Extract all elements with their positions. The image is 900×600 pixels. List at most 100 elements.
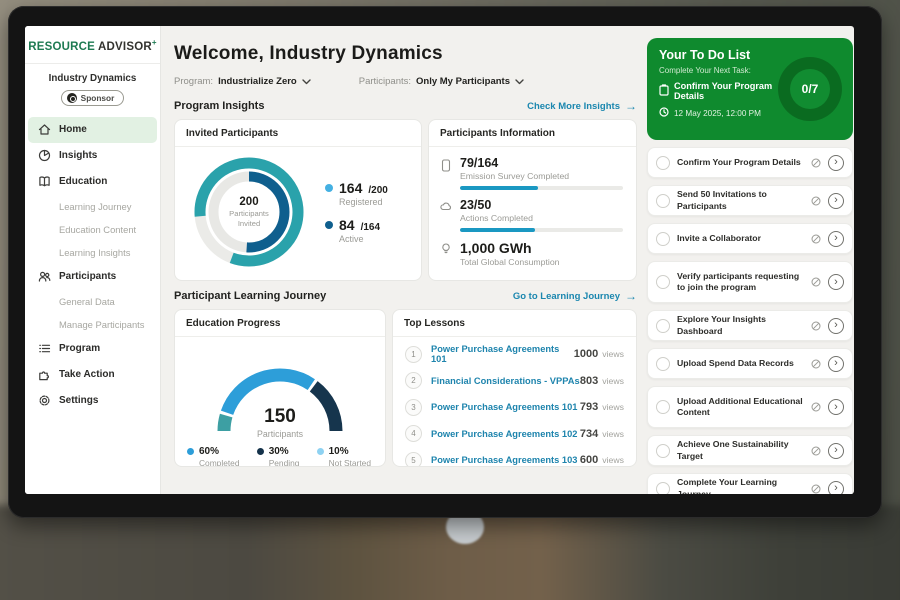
puzzle-icon: [37, 368, 51, 382]
pie-chart-icon: [37, 149, 51, 163]
sidebar-item-manage-participants[interactable]: Manage Participants: [25, 313, 160, 336]
radio-circle-icon[interactable]: [656, 232, 670, 246]
donut-center-label: Participants Invited: [221, 209, 277, 229]
radio-circle-icon[interactable]: [656, 156, 670, 170]
task-label: Complete Your Learning Journey: [677, 477, 804, 494]
chevron-right-circle-icon[interactable]: ›: [828, 193, 844, 209]
chevron-right-circle-icon[interactable]: ›: [828, 356, 844, 372]
skip-icon[interactable]: [811, 158, 821, 168]
task-complete-learning-journey[interactable]: Complete Your Learning Journey ›: [647, 473, 853, 494]
sidebar-item-learning-insights[interactable]: Learning Insights: [25, 241, 160, 264]
skip-icon[interactable]: [811, 277, 821, 287]
lesson-link[interactable]: Power Purchase Agreements 101: [431, 402, 580, 412]
lesson-link[interactable]: Power Purchase Agreements 103: [431, 455, 580, 465]
radio-circle-icon[interactable]: [656, 444, 670, 458]
radio-circle-icon[interactable]: [656, 194, 670, 208]
radio-circle-icon[interactable]: [656, 275, 670, 289]
chevron-down-icon: [302, 79, 311, 85]
lesson-rank: 2: [405, 372, 422, 389]
chevron-right-circle-icon[interactable]: ›: [828, 443, 844, 459]
task-label: Explore Your Insights Dashboard: [677, 314, 804, 337]
legend-registered: 164 /200 Registered: [325, 180, 388, 207]
chevron-right-circle-icon[interactable]: ›: [828, 274, 844, 290]
task-invite-collaborator[interactable]: Invite a Collaborator ›: [647, 223, 853, 254]
lesson-views: 793: [580, 401, 598, 413]
sidebar-item-general-data[interactable]: General Data: [25, 290, 160, 313]
skip-icon[interactable]: [811, 359, 821, 369]
sponsor-badge-label: Sponsor: [81, 93, 115, 103]
participants-information-card: Participants Information 79/164 Emission…: [428, 119, 637, 281]
card-title: Education Progress: [175, 310, 385, 337]
lesson-link[interactable]: Power Purchase Agreements 102: [431, 429, 580, 439]
insights-cards-row: Invited Participants 200: [174, 119, 637, 281]
sidebar-item-take-action[interactable]: Take Action: [25, 362, 160, 388]
participants-filter[interactable]: Participants: Only My Participants: [359, 76, 524, 87]
chevron-right-circle-icon[interactable]: ›: [828, 231, 844, 247]
list-icon: [37, 342, 51, 356]
sidebar-item-participants[interactable]: Participants: [25, 264, 160, 290]
sponsor-icon: [67, 93, 77, 103]
sidebar-item-education[interactable]: Education: [25, 169, 160, 195]
card-title: Top Lessons: [393, 310, 636, 337]
top-lessons-card: Top Lessons 1 Power Purchase Agreements …: [392, 309, 637, 467]
skip-icon[interactable]: [811, 402, 821, 412]
chevron-right-circle-icon[interactable]: ›: [828, 155, 844, 171]
arrow-right-icon: →: [625, 100, 637, 112]
task-upload-educational-content[interactable]: Upload Additional Educational Content ›: [647, 386, 853, 428]
sidebar-item-settings[interactable]: Settings: [25, 388, 160, 414]
education-gauge-chart: 150 Participants: [190, 345, 370, 439]
radio-circle-icon[interactable]: [656, 482, 670, 495]
metric-emission-survey: 79/164 Emission Survey Completed: [439, 156, 623, 190]
org-name: Industry Dynamics: [25, 73, 160, 84]
participants-filter-label: Participants:: [359, 76, 411, 87]
program-filter[interactable]: Program: Industrialize Zero: [174, 76, 311, 87]
progress-fill: [460, 228, 535, 232]
skip-icon[interactable]: [811, 321, 821, 331]
legend-value: 164: [339, 180, 362, 196]
radio-circle-icon[interactable]: [656, 319, 670, 333]
skip-icon[interactable]: [811, 234, 821, 244]
progress-fill: [460, 186, 538, 190]
sidebar-item-learning-journey[interactable]: Learning Journey: [25, 195, 160, 218]
skip-icon[interactable]: [811, 484, 821, 494]
metric-label: Emission Survey Completed: [460, 171, 623, 181]
go-to-learning-journey-link[interactable]: Go to Learning Journey →: [513, 290, 637, 302]
sidebar-item-insights[interactable]: Insights: [25, 143, 160, 169]
clipboard-icon: [659, 84, 669, 98]
metric-label: Actions Completed: [460, 213, 623, 223]
sidebar-item-education-content[interactable]: Education Content: [25, 218, 160, 241]
people-icon: [37, 270, 51, 284]
arrow-right-icon: →: [625, 290, 637, 302]
sidebar-item-program[interactable]: Program: [25, 336, 160, 362]
chevron-right-circle-icon[interactable]: ›: [828, 318, 844, 334]
card-title: Participants Information: [429, 120, 636, 147]
invited-donut-chart: 200 Participants Invited: [187, 150, 311, 274]
lesson-row: 2 Financial Considerations - VPPAs 803 v…: [405, 368, 624, 395]
chevron-right-circle-icon[interactable]: ›: [828, 481, 844, 495]
skip-icon[interactable]: [811, 196, 821, 206]
lightbulb-icon: [439, 240, 460, 272]
lesson-link[interactable]: Financial Considerations - VPPAs: [431, 376, 580, 386]
skip-icon[interactable]: [811, 446, 821, 456]
check-more-insights-link[interactable]: Check More Insights →: [527, 100, 637, 112]
sidebar-item-home[interactable]: Home: [28, 117, 157, 143]
legend-label: Active: [339, 234, 388, 244]
task-explore-insights[interactable]: Explore Your Insights Dashboard ›: [647, 310, 853, 341]
page-title: Welcome, Industry Dynamics: [174, 43, 637, 65]
sponsor-badge[interactable]: Sponsor: [61, 90, 125, 106]
radio-circle-icon[interactable]: [656, 357, 670, 371]
radio-circle-icon[interactable]: [656, 400, 670, 414]
scene: RESOURCEADVISOR+ Industry Dynamics Spons…: [0, 0, 900, 600]
task-confirm-program-details[interactable]: Confirm Your Program Details ›: [647, 147, 853, 178]
task-achieve-sustainability-target[interactable]: Achieve One Sustainability Target ›: [647, 435, 853, 466]
lesson-link[interactable]: Power Purchase Agreements 101: [431, 344, 574, 364]
task-send-invitations[interactable]: Send 50 Invitations to Participants ›: [647, 185, 853, 216]
section-title: Participant Learning Journey: [174, 290, 326, 302]
sidebar-item-label: Education: [59, 176, 107, 187]
legend-value: 84: [339, 217, 355, 233]
task-verify-participants[interactable]: Verify participants requesting to join t…: [647, 261, 853, 303]
task-upload-spend-data[interactable]: Upload Spend Data Records ›: [647, 348, 853, 379]
legend-dot-completed: [187, 448, 194, 455]
task-label: Send 50 Invitations to Participants: [677, 189, 804, 212]
chevron-right-circle-icon[interactable]: ›: [828, 399, 844, 415]
